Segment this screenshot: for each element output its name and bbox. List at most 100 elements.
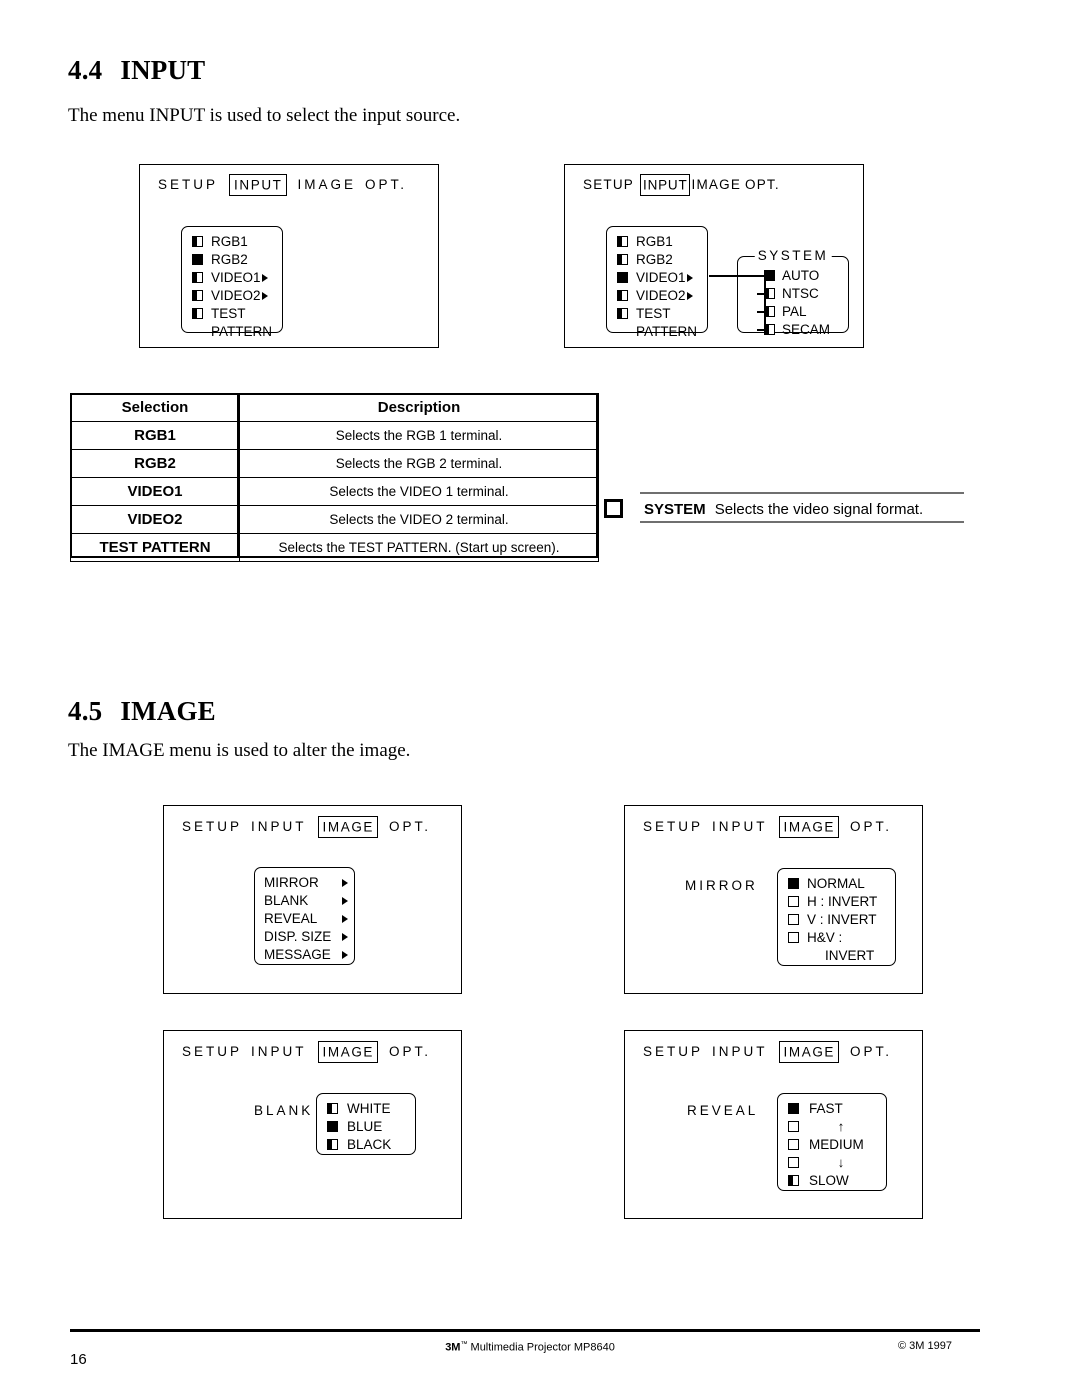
footer-brand-line: 3M™ Multimedia Projector MP8640 [330,1341,730,1354]
tab-image-selected[interactable]: IMAGE [317,815,379,838]
tab-opt[interactable]: OPT. [850,1044,892,1059]
menu-item[interactable]: DISP. SIZE [264,930,348,944]
tab-image-selected[interactable]: IMAGE [778,1040,840,1063]
list-item-label: ↓ [837,1155,845,1170]
tab-image[interactable]: IMAGE [692,177,742,192]
tab-opt[interactable]: OPT. [365,177,407,192]
list-item-label: VIDEO2 [636,288,686,303]
list-item[interactable]: NORMAL [788,877,865,891]
list-item[interactable]: RGB2 [617,253,673,267]
list-item[interactable]: RGB1 [617,235,673,249]
tab-input[interactable]: INPUT [712,1044,768,1059]
checkbox-icon-checked[interactable] [617,272,628,284]
checkbox-icon[interactable] [764,288,775,300]
list-item[interactable]: NTSC [764,287,819,301]
cell-description: Selects the TEST PATTERN. (Start up scre… [239,533,599,562]
osd-tabbar: SETUP INPUT IMAGE OPT. [182,815,431,838]
menu-item[interactable]: BLANK [264,894,348,908]
checkbox-icon[interactable] [617,290,628,302]
checkbox-icon[interactable] [327,1103,338,1115]
tab-opt[interactable]: OPT. [745,177,780,192]
menu-item[interactable]: MIRROR [264,876,348,890]
osd-tabbar: SETUP INPUT IMAGE OPT. [182,1040,431,1063]
checkbox-icon[interactable] [788,914,799,926]
checkbox-icon-checked[interactable] [327,1121,338,1133]
checkbox-icon[interactable] [192,308,203,320]
checkbox-icon-checked[interactable] [764,270,775,282]
list-item-label: PAL [782,304,807,319]
list-item[interactable]: RGB1 [192,235,248,249]
checkbox-icon[interactable] [192,290,203,302]
list-item[interactable]: WHITE [327,1102,391,1116]
tab-input-selected[interactable]: INPUT [640,173,690,196]
checkbox-icon[interactable] [192,236,203,248]
tab-opt[interactable]: OPT. [389,1044,431,1059]
list-item[interactable]: BLUE [327,1120,382,1134]
menu-item[interactable]: REVEAL [264,912,348,926]
list-item[interactable]: VIDEO1 [617,271,693,285]
list-item[interactable]: H&V : [788,931,842,945]
list-item[interactable]: VIDEO2 [617,289,693,303]
list-item[interactable]: SLOW [788,1174,849,1188]
tab-input[interactable]: INPUT [251,1044,307,1059]
list-item[interactable]: RGB2 [192,253,248,267]
page-number: 16 [70,1351,87,1368]
list-item[interactable]: MEDIUM [788,1138,864,1152]
checkbox-icon-checked[interactable] [788,878,799,890]
list-item-continuation: PATTERN [211,325,272,339]
tab-image-selected[interactable]: IMAGE [317,1040,379,1063]
tab-image-selected[interactable]: IMAGE [778,815,840,838]
tab-opt[interactable]: OPT. [850,819,892,834]
list-item[interactable]: PAL [764,305,807,319]
checkbox-icon[interactable] [617,254,628,266]
list-item[interactable]: AUTO [764,269,819,283]
checkbox-icon-checked[interactable] [192,254,203,266]
menu-item-label: REVEAL [264,911,318,926]
list-item-continuation: PATTERN [636,325,697,339]
list-item[interactable]: SECAM [764,323,830,337]
list-item[interactable]: V : INVERT [788,913,877,927]
list-item[interactable]: ↑ [788,1120,873,1134]
list-item[interactable]: VIDEO1 [192,271,268,285]
tab-setup[interactable]: SETUP [182,1044,242,1059]
list-item[interactable]: H : INVERT [788,895,877,909]
osd-tabbar: SETUP INPUT IMAGE OPT. [643,815,892,838]
tab-opt[interactable]: OPT. [389,819,431,834]
list-item[interactable]: TEST [192,307,246,321]
list-item[interactable]: TEST [617,307,671,321]
menu-item[interactable]: MESSAGE [264,948,348,962]
checkbox-icon[interactable] [617,236,628,248]
checkbox-icon[interactable] [788,1157,799,1169]
table-row: VIDEO1 Selects the VIDEO 1 terminal. [70,477,599,506]
checkbox-icon[interactable] [764,306,775,318]
checkbox-icon[interactable] [617,308,628,320]
footer-brand: 3M [445,1341,461,1354]
cell-selection: TEST PATTERN [70,533,240,562]
checkbox-icon[interactable] [192,272,203,284]
list-item[interactable]: VIDEO2 [192,289,268,303]
checkbox-icon[interactable] [788,932,799,944]
tab-setup[interactable]: SETUP [158,177,218,192]
list-item[interactable]: ↓ [788,1156,873,1170]
checkbox-icon[interactable] [788,1139,799,1151]
tab-input-selected[interactable]: INPUT [229,173,287,196]
tab-input[interactable]: INPUT [712,819,768,834]
checkbox-icon[interactable] [327,1139,338,1151]
checkbox-icon-checked[interactable] [788,1103,799,1115]
submenu-arrow-icon [342,950,348,959]
reveal-options-panel: FAST ↑ MEDIUM ↓ SLOW [777,1093,887,1191]
tab-input[interactable]: INPUT [251,819,307,834]
tab-setup[interactable]: SETUP [583,177,634,192]
list-item-label: TEST [636,306,671,321]
list-item[interactable]: BLACK [327,1138,391,1152]
list-item[interactable]: FAST [788,1102,843,1116]
tab-setup[interactable]: SETUP [643,1044,703,1059]
checkbox-icon[interactable] [788,896,799,908]
list-item-label: VIDEO2 [211,288,261,303]
tab-image[interactable]: IMAGE [298,177,357,192]
checkbox-icon[interactable] [788,1175,799,1187]
checkbox-icon[interactable] [764,324,775,336]
tab-setup[interactable]: SETUP [643,819,703,834]
tab-setup[interactable]: SETUP [182,819,242,834]
checkbox-icon[interactable] [788,1121,799,1133]
